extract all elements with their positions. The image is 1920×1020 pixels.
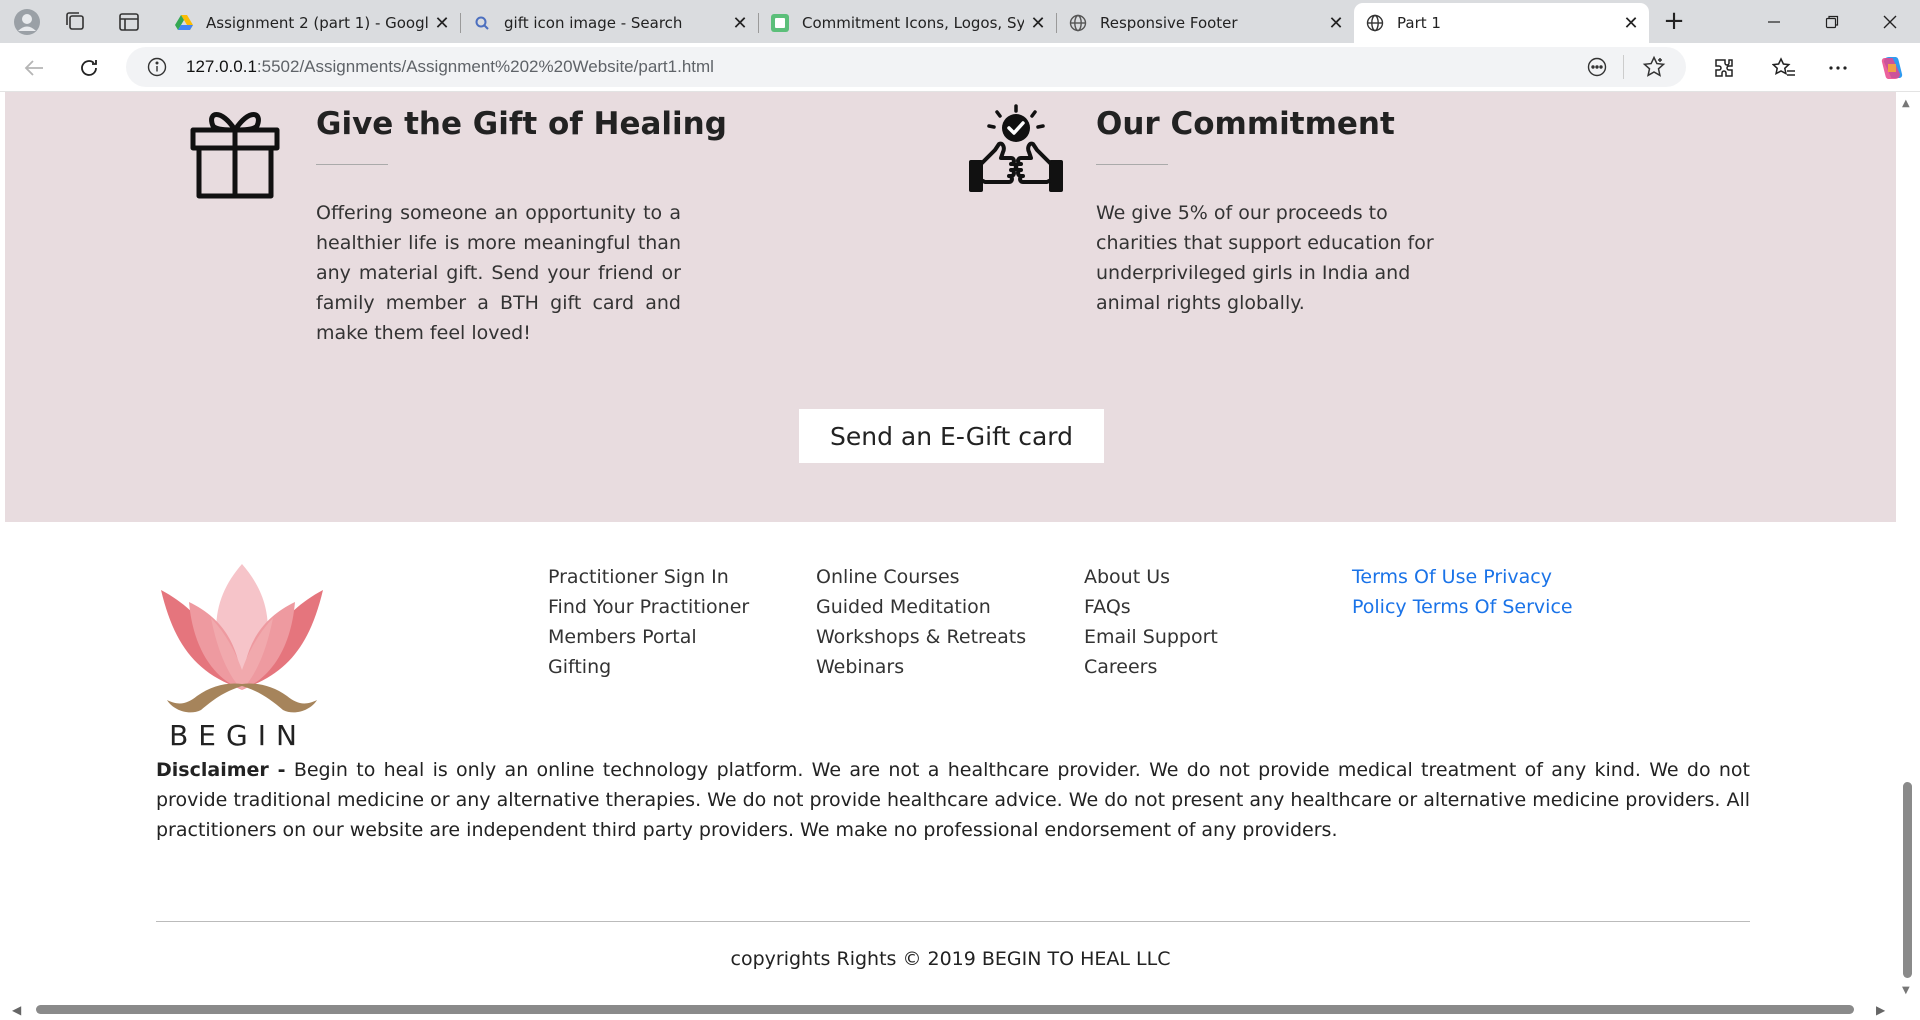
tab-google-drive[interactable]: Assignment 2 (part 1) - Google D ✕ <box>163 3 461 43</box>
tab-title: Responsive Footer <box>1100 14 1238 32</box>
gift-section: Give the Gift of Healing Offering someon… <box>5 92 1896 522</box>
footer-link-careers[interactable]: Careers <box>1084 652 1218 682</box>
close-icon[interactable]: ✕ <box>726 9 754 37</box>
favorite-star-icon[interactable] <box>1642 55 1666 79</box>
gift-feature: Give the Gift of Healing Offering someon… <box>316 106 727 348</box>
footer-link-workshops-retreats[interactable]: Workshops & Retreats <box>816 622 1026 652</box>
footer-link-gifting[interactable]: Gifting <box>548 652 749 682</box>
scroll-up-arrow-icon[interactable]: ▲ <box>1902 98 1910 109</box>
close-icon[interactable]: ✕ <box>1617 9 1645 37</box>
favorites-icon[interactable] <box>1768 52 1800 84</box>
copilot-icon[interactable] <box>1876 52 1908 84</box>
disclaimer-text: Disclaimer - Begin to heal is only an on… <box>156 755 1750 845</box>
tab-search[interactable]: gift icon image - Search ✕ <box>461 3 759 43</box>
footer-link-find-practitioner[interactable]: Find Your Practitioner <box>548 592 749 622</box>
scroll-down-arrow-icon[interactable]: ▼ <box>1902 985 1910 996</box>
footer-column-practitioners: Practitioner Sign In Find Your Practitio… <box>548 562 749 682</box>
gift-heading: Give the Gift of Healing <box>316 106 727 142</box>
address-bar[interactable]: 127.0.0.1:5502/Assignments/Assignment%20… <box>126 47 1686 87</box>
extensions-icon[interactable] <box>1708 52 1740 84</box>
send-egift-button[interactable]: Send an E-Gift card <box>799 409 1104 463</box>
close-window-button[interactable] <box>1870 7 1910 37</box>
green-square-icon <box>771 14 789 32</box>
horizontal-scroll-thumb[interactable] <box>36 1005 1854 1014</box>
vertical-tabs-icon[interactable] <box>117 10 141 34</box>
gift-description: Offering someone an opportunity to a hea… <box>316 202 681 344</box>
scroll-right-arrow-icon[interactable]: ▶ <box>1876 1003 1885 1017</box>
close-icon[interactable]: ✕ <box>428 9 456 37</box>
commitment-description: We give 5% of our proceeds to charities … <box>1096 202 1434 314</box>
tab-title: Assignment 2 (part 1) - Google D <box>206 14 428 32</box>
back-arrow-icon[interactable] <box>18 52 50 84</box>
footer-link-email-support[interactable]: Email Support <box>1084 622 1218 652</box>
close-icon[interactable]: ✕ <box>1322 9 1350 37</box>
url-path: :5502/Assignments/Assignment%202%20Websi… <box>256 57 714 76</box>
search-icon <box>473 14 491 32</box>
tab-title: Part 1 <box>1397 14 1441 32</box>
info-icon[interactable] <box>146 56 168 78</box>
tab-part1[interactable]: Part 1 ✕ <box>1354 3 1649 43</box>
logo-wordmark: BEGIN <box>169 719 307 752</box>
new-tab-button[interactable]: + <box>1660 8 1688 36</box>
globe-icon <box>1366 14 1384 32</box>
vertical-scrollbar[interactable]: ▲ ▼ <box>1896 92 1920 1000</box>
minimize-button[interactable] <box>1754 7 1794 37</box>
globe-icon <box>1069 14 1087 32</box>
footer-column-courses: Online Courses Guided Meditation Worksho… <box>816 562 1026 682</box>
copyright-text: copyrights Rights © 2019 BEGIN TO HEAL L… <box>730 948 1171 970</box>
footer-link-terms-privacy[interactable]: Terms Of Use Privacy <box>1352 562 1573 592</box>
footer-link-practitioner-sign-in[interactable]: Practitioner Sign In <box>548 562 749 592</box>
gift-icon <box>185 100 285 200</box>
reload-icon[interactable] <box>73 52 105 84</box>
footer-divider <box>156 921 1750 922</box>
more-options-icon[interactable] <box>1822 52 1854 84</box>
commitment-feature: Our Commitment We give 5% of our proceed… <box>1096 106 1461 318</box>
restore-button[interactable] <box>1812 7 1852 37</box>
footer-column-company: About Us FAQs Email Support Careers <box>1084 562 1218 682</box>
begin-lotus-logo <box>143 560 341 718</box>
tab-title: Commitment Icons, Logos, Symbo <box>802 14 1024 32</box>
footer-link-online-courses[interactable]: Online Courses <box>816 562 1026 592</box>
url-text[interactable]: 127.0.0.1:5502/Assignments/Assignment%20… <box>186 57 714 77</box>
vertical-scroll-thumb[interactable] <box>1903 782 1912 978</box>
footer-link-members-portal[interactable]: Members Portal <box>548 622 749 652</box>
footer-column-legal: Terms Of Use Privacy Policy Terms Of Ser… <box>1352 562 1573 622</box>
horizontal-scrollbar[interactable]: ◀ ▶ <box>0 1000 1920 1020</box>
close-icon[interactable]: ✕ <box>1024 9 1052 37</box>
thumbs-up-check-icon <box>967 104 1065 192</box>
heading-rule <box>316 164 388 165</box>
address-separator <box>1623 55 1624 79</box>
footer-link-about-us[interactable]: About Us <box>1084 562 1218 592</box>
page-viewport: Give the Gift of Healing Offering someon… <box>5 92 1896 1000</box>
tab-responsive-footer[interactable]: Responsive Footer ✕ <box>1057 3 1354 43</box>
tab-strip: Assignment 2 (part 1) - Google D ✕ gift … <box>0 0 1920 43</box>
google-drive-icon <box>175 14 193 32</box>
read-aloud-icon[interactable] <box>1586 56 1608 78</box>
disclaimer-body: Begin to heal is only an online technolo… <box>156 759 1751 841</box>
tab-title: gift icon image - Search <box>504 14 683 32</box>
footer-link-faqs[interactable]: FAQs <box>1084 592 1218 622</box>
footer-link-guided-meditation[interactable]: Guided Meditation <box>816 592 1026 622</box>
profile-icon[interactable] <box>12 8 42 36</box>
browser-toolbar: 127.0.0.1:5502/Assignments/Assignment%20… <box>0 43 1920 92</box>
disclaimer-label: Disclaimer - <box>156 759 286 781</box>
workspaces-icon[interactable] <box>64 10 88 34</box>
tab-commitment-icons[interactable]: Commitment Icons, Logos, Symbo ✕ <box>759 3 1057 43</box>
footer-link-terms-service[interactable]: Policy Terms Of Service <box>1352 592 1573 622</box>
footer-link-webinars[interactable]: Webinars <box>816 652 1026 682</box>
url-host: 127.0.0.1 <box>186 57 257 76</box>
commitment-heading: Our Commitment <box>1096 106 1395 142</box>
heading-rule <box>1096 164 1168 165</box>
scroll-left-arrow-icon[interactable]: ◀ <box>12 1003 21 1017</box>
